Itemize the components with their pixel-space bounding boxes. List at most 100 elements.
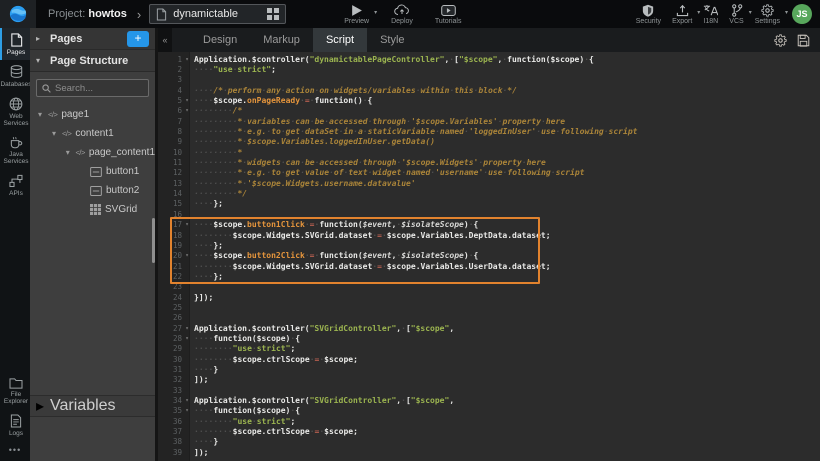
code-line-30[interactable]: 30········$scope.ctrlScope·=·$scope; <box>158 354 820 364</box>
variables-header[interactable]: ▸ Variables <box>30 395 155 417</box>
tutorials-button[interactable]: Tutorials <box>435 3 462 25</box>
structure-search[interactable] <box>36 79 149 97</box>
fold-caret-icon[interactable]: ▾ <box>182 325 192 332</box>
save-icon[interactable] <box>797 34 810 47</box>
i18n-button[interactable]: I18N <box>703 3 718 25</box>
code-line-14[interactable]: 14·········*/ <box>158 188 820 198</box>
code-line-10[interactable]: 10·········* <box>158 147 820 157</box>
line-number: 30 <box>158 355 182 364</box>
code-line-2[interactable]: 2····"use·strict"; <box>158 64 820 74</box>
code-line-31[interactable]: 31····} <box>158 364 820 374</box>
sidebar-item-databases[interactable]: Databases <box>0 60 30 92</box>
code-line-8[interactable]: 8·········*·e.g.·to·get·dataSet·in·a·sta… <box>158 126 820 136</box>
search-input[interactable] <box>55 83 145 94</box>
code-line-33[interactable]: 33 <box>158 385 820 395</box>
code-line-36[interactable]: 36········"use·strict"; <box>158 416 820 426</box>
fold-caret-icon[interactable]: ▾ <box>182 397 192 404</box>
sidebar-item-java-services[interactable]: Java Services <box>0 131 30 169</box>
code-line-27[interactable]: 27▾Application.$controller("SVGridContro… <box>158 323 820 333</box>
preview-button[interactable]: Preview▾ <box>344 3 369 25</box>
settings-button[interactable]: Settings▾ <box>755 3 780 25</box>
panel-collapse-button[interactable]: « <box>158 28 172 52</box>
tree-node-page1[interactable]: ▾</>page1 <box>30 105 155 124</box>
tree-node-button1[interactable]: button1 <box>30 162 155 181</box>
code-line-11[interactable]: 11·········*·widgets·can·be·accessed·thr… <box>158 157 820 167</box>
code-line-6[interactable]: 6▾········/* <box>158 106 820 116</box>
fold-caret-icon[interactable]: ▾ <box>182 221 192 228</box>
code-line-28[interactable]: 28▾····function($scope)·{ <box>158 333 820 343</box>
page-selector[interactable]: dynamictable <box>149 4 286 24</box>
code-line-18[interactable]: 18········$scope.Widgets.SVGrid.dataset·… <box>158 230 820 240</box>
pages-panel-header[interactable]: ▸ Pages + <box>30 28 155 50</box>
user-avatar[interactable]: JS <box>792 4 812 24</box>
code-line-29[interactable]: 29········"use·strict"; <box>158 344 820 354</box>
app-logo[interactable] <box>0 0 36 28</box>
panel-scrollbar[interactable] <box>152 218 155 263</box>
code-line-34[interactable]: 34▾Application.$controller("SVGridContro… <box>158 395 820 405</box>
fold-caret-icon[interactable]: ▾ <box>182 252 192 259</box>
sidebar-item-web-services[interactable]: Web Services <box>0 92 30 131</box>
code-line-25[interactable]: 25 <box>158 302 820 312</box>
tree-node-content1[interactable]: ▾</>content1 <box>30 124 155 143</box>
code-line-22[interactable]: 22····}; <box>158 271 820 281</box>
code-line-3[interactable]: 3 <box>158 75 820 85</box>
export-button[interactable]: Export▾ <box>672 3 692 25</box>
expand-caret-icon[interactable]: ▾ <box>50 129 58 138</box>
fold-caret-icon[interactable]: ▾ <box>182 407 192 414</box>
line-number: 13 <box>158 179 182 188</box>
page-grid-icon[interactable] <box>267 8 279 20</box>
code-line-39[interactable]: 39]); <box>158 447 820 457</box>
code-line-5[interactable]: 5▾····$scope.onPageReady·=·function()·{ <box>158 95 820 105</box>
code-line-4[interactable]: 4····/*·perform·any·action·on·widgets/va… <box>158 85 820 95</box>
fold-caret-icon[interactable]: ▾ <box>182 56 192 63</box>
code-line-20[interactable]: 20▾····$scope.button2Click·=·function($e… <box>158 251 820 261</box>
code-line-12[interactable]: 12·········*·e.g.·to·get·value·of·text·w… <box>158 168 820 178</box>
tab-script[interactable]: Script <box>313 28 367 52</box>
rail-more-button[interactable]: ••• <box>0 441 30 461</box>
sidebar-item-pages[interactable]: Pages <box>0 28 30 60</box>
tree-node-SVGrid[interactable]: SVGrid <box>30 200 155 219</box>
sidebar-item-logs[interactable]: Logs <box>0 409 30 441</box>
tabs-container: DesignMarkupScriptStyle <box>190 28 418 52</box>
code-line-7[interactable]: 7·········*·variables·can·be·accessed·th… <box>158 116 820 126</box>
code-line-24[interactable]: 24}]); <box>158 292 820 302</box>
tree-node-page_content1[interactable]: ▾</>page_content1 <box>30 143 155 162</box>
tab-style[interactable]: Style <box>367 28 417 52</box>
expand-caret-icon[interactable]: ▾ <box>64 148 71 157</box>
code-line-37[interactable]: 37········$scope.ctrlScope·=·$scope; <box>158 426 820 436</box>
sidebar-item-file-explorer[interactable]: File Explorer <box>0 372 30 409</box>
tree-node-button2[interactable]: button2 <box>30 181 155 200</box>
fold-caret-icon[interactable]: ▾ <box>182 335 192 342</box>
line-number: 17 <box>158 220 182 229</box>
tab-markup[interactable]: Markup <box>250 28 313 52</box>
script-settings-gear-icon[interactable] <box>774 34 787 47</box>
code-line-15[interactable]: 15····}; <box>158 199 820 209</box>
vcs-button[interactable]: VCS▾ <box>729 3 743 25</box>
tab-design[interactable]: Design <box>190 28 250 52</box>
code-line-26[interactable]: 26 <box>158 313 820 323</box>
deploy-button[interactable]: Deploy <box>391 3 413 25</box>
sidebar-item-apis[interactable]: APIs <box>0 169 30 201</box>
fold-caret-icon[interactable]: ▾ <box>182 107 192 114</box>
code-line-38[interactable]: 38····} <box>158 437 820 447</box>
code-line-21[interactable]: 21········$scope.Widgets.SVGrid.dataset·… <box>158 261 820 271</box>
code-line-13[interactable]: 13·········*·'$scope.Widgets.username.da… <box>158 178 820 188</box>
code-text: ·········*·e.g.·to·get·value·of·text·wid… <box>192 168 584 177</box>
left-icon-rail: PagesDatabasesWeb ServicesJava ServicesA… <box>0 28 30 461</box>
expand-caret-icon[interactable]: ▾ <box>36 110 44 119</box>
fold-caret-icon[interactable]: ▾ <box>182 97 192 104</box>
page-structure-header[interactable]: ▾ Page Structure <box>30 50 155 72</box>
security-button[interactable]: Security <box>636 3 661 25</box>
code-line-1[interactable]: 1▾Application.$controller("dynamictableP… <box>158 54 820 64</box>
code-line-17[interactable]: 17▾····$scope.button1Click·=·function($e… <box>158 220 820 230</box>
code-line-9[interactable]: 9·········*·$scope.Variables.loggedInUse… <box>158 137 820 147</box>
code-text: ·········*·widgets·can·be·accessed·throu… <box>192 158 546 167</box>
code-line-19[interactable]: 19····}; <box>158 240 820 250</box>
code-line-35[interactable]: 35▾····function($scope)·{ <box>158 406 820 416</box>
line-number: 32 <box>158 375 182 384</box>
script-editor[interactable]: 1▾Application.$controller("dynamictableP… <box>158 52 820 461</box>
code-line-23[interactable]: 23 <box>158 282 820 292</box>
code-line-32[interactable]: 32]); <box>158 375 820 385</box>
add-page-button[interactable]: + <box>127 31 149 47</box>
code-line-16[interactable]: 16 <box>158 209 820 219</box>
